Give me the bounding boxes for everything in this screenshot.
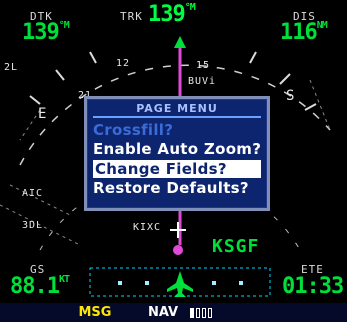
trk-value: 139°M bbox=[148, 2, 196, 27]
compass-label-12: 12 bbox=[116, 58, 131, 69]
dis-unit: NM bbox=[316, 20, 328, 31]
menu-item-crossfill: Crossfill? bbox=[93, 121, 174, 139]
dis-value: 116NM bbox=[280, 20, 328, 45]
compass-label-s: S bbox=[286, 88, 296, 104]
page-menu: PAGE MENU Crossfill? Enable Auto Zoom? C… bbox=[84, 96, 270, 211]
ete-value: 01:33 bbox=[282, 274, 344, 299]
dtk-unit: °M bbox=[58, 20, 70, 31]
waypoint-buvi: BUVi bbox=[188, 76, 217, 87]
gs-number: 88.1 bbox=[10, 274, 60, 299]
waypoint-aic: AIC bbox=[22, 188, 44, 199]
aircraft-icon bbox=[167, 271, 193, 297]
gs-unit: KT bbox=[58, 274, 70, 285]
page-menu-divider bbox=[93, 116, 261, 118]
menu-item-restore-defaults[interactable]: Restore Defaults? bbox=[93, 179, 249, 197]
compass-label-e: E bbox=[38, 106, 48, 122]
waypoint-3dl: 3DL bbox=[22, 220, 44, 231]
nav-signal-icon bbox=[196, 308, 200, 318]
dis-number: 116 bbox=[280, 20, 318, 45]
nav-signal-icon bbox=[208, 308, 212, 318]
trk-unit: °M bbox=[184, 2, 196, 13]
waypoint-icon bbox=[170, 222, 186, 238]
dtk-value: 139°M bbox=[22, 20, 70, 45]
destination-ksgf: KSGF bbox=[212, 236, 260, 257]
heading-pointer bbox=[174, 36, 186, 48]
gps-map-page: DTK 139°M TRK 139°M DIS 116NM 2L 12 15 2… bbox=[0, 0, 347, 322]
gs-value: 88.1KT bbox=[10, 274, 70, 299]
menu-item-change-fields[interactable]: Change Fields? bbox=[93, 160, 261, 178]
nav-signal-icon bbox=[202, 308, 206, 318]
page-menu-title: PAGE MENU bbox=[136, 102, 218, 115]
trk-number: 139 bbox=[148, 2, 186, 27]
nav-signal-icon bbox=[190, 308, 194, 318]
compass-label-15: 15 bbox=[196, 60, 211, 71]
waypoint-kixc: KIXC bbox=[133, 222, 162, 233]
destination-icon bbox=[173, 245, 183, 255]
dtk-number: 139 bbox=[22, 20, 60, 45]
msg-annunciator[interactable]: MSG bbox=[74, 303, 116, 322]
nav-mode-annunciator: NAV bbox=[148, 305, 179, 320]
trk-label: TRK bbox=[120, 10, 143, 23]
map-range-label: 2L bbox=[4, 62, 19, 73]
menu-item-enable-auto-zoom[interactable]: Enable Auto Zoom? bbox=[93, 140, 261, 158]
